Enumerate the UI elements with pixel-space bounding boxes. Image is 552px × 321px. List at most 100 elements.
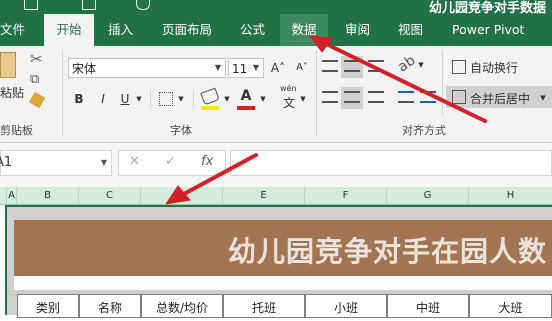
- orientation-icon[interactable]: ab: [395, 52, 418, 75]
- header-cell-nursery[interactable]: 托班: [223, 294, 305, 318]
- save-icon[interactable]: [24, 0, 38, 10]
- increase-indent-icon[interactable]: [420, 91, 436, 103]
- header-cell-large-class[interactable]: 大班: [469, 294, 552, 318]
- tab-data[interactable]: 数据: [280, 14, 328, 46]
- tab-page-layout[interactable]: 页面布局: [162, 14, 218, 46]
- fill-color-icon[interactable]: [200, 87, 220, 106]
- worksheet-grid[interactable]: 幼儿园竞争对手在园人数 类别 名称 总数/均价 托班 小班 中班 大班: [0, 205, 552, 318]
- tab-formulas-label: 公式: [240, 22, 266, 37]
- chevron-down-icon[interactable]: ▼: [249, 59, 263, 77]
- banner-title: 幼儿园竞争对手在园人数: [228, 235, 548, 268]
- top-align-icon[interactable]: [322, 60, 338, 72]
- blank-row[interactable]: [14, 276, 552, 290]
- column-header-row: A B C D E F G H: [0, 187, 552, 205]
- tab-home[interactable]: 开始: [44, 14, 94, 47]
- header-cell-middle-class[interactable]: 中班: [387, 294, 469, 318]
- tab-formulas[interactable]: 公式: [240, 14, 270, 46]
- header-cell-small-class[interactable]: 小班: [305, 294, 387, 318]
- chevron-down-icon[interactable]: ▼: [222, 90, 232, 108]
- tab-power-pivot[interactable]: Power Pivot: [452, 14, 542, 46]
- tab-view-label: 视图: [398, 22, 424, 37]
- header-cell-name[interactable]: 名称: [79, 294, 141, 318]
- insert-function-button[interactable]: fx: [201, 154, 213, 169]
- formula-input[interactable]: [230, 150, 552, 176]
- enter-icon[interactable]: ✓: [165, 154, 176, 169]
- increase-font-size-button[interactable]: A˄: [270, 59, 286, 77]
- column-header-h[interactable]: H: [469, 187, 552, 204]
- align-right-icon[interactable]: [368, 91, 384, 103]
- paste-label[interactable]: 粘贴: [0, 84, 24, 101]
- copy-icon[interactable]: ⧉: [30, 72, 39, 87]
- column-header-e[interactable]: E: [223, 187, 305, 204]
- title-banner[interactable]: 幼儿园竞争对手在园人数: [14, 220, 552, 276]
- decrease-indent-icon[interactable]: [398, 91, 414, 103]
- formula-buttons: ✕ ✓ fx: [118, 150, 226, 176]
- column-header-a[interactable]: A: [7, 187, 17, 204]
- phonetic-wen-text: wén: [280, 84, 297, 93]
- chevron-down-icon[interactable]: ▼: [538, 89, 548, 107]
- chevron-down-icon[interactable]: ▼: [298, 90, 308, 108]
- select-all-corner[interactable]: [0, 187, 7, 204]
- chevron-down-icon[interactable]: ▼: [211, 59, 225, 77]
- bottom-align-icon[interactable]: [368, 60, 384, 72]
- header-cell-total-avg-price[interactable]: 总数/均价: [141, 294, 223, 318]
- divider: [442, 50, 443, 116]
- tab-power-pivot-label: Power Pivot: [452, 22, 525, 37]
- chevron-down-icon[interactable]: ▼: [134, 90, 144, 108]
- tab-home-label: 开始: [56, 22, 82, 37]
- chevron-down-icon[interactable]: ▼: [258, 90, 268, 108]
- tab-page-layout-label: 页面布局: [162, 22, 213, 37]
- alignment-group-label: 对齐方式: [402, 124, 446, 137]
- divider: [193, 90, 194, 108]
- title-bar: 幼儿园竞争对手数据: [0, 0, 552, 16]
- tab-view[interactable]: 视图: [398, 14, 428, 46]
- phonetic-guide-button[interactable]: 文: [283, 94, 295, 111]
- tab-file-label: 文件: [0, 22, 26, 37]
- undo-icon[interactable]: [82, 0, 96, 10]
- wrap-text-icon[interactable]: [452, 60, 466, 74]
- borders-icon[interactable]: [159, 92, 173, 106]
- merge-center-label: 合并后居中: [470, 92, 531, 106]
- chevron-down-icon[interactable]: ▼: [101, 151, 107, 175]
- middle-align-icon: [344, 60, 360, 72]
- column-header-d[interactable]: D: [141, 187, 223, 204]
- tab-insert-label: 插入: [108, 22, 134, 37]
- font-color-swatch: [237, 106, 255, 110]
- column-header-b[interactable]: B: [17, 187, 79, 204]
- name-box-value: A1: [0, 155, 13, 170]
- format-painter-icon[interactable]: [28, 91, 46, 109]
- bold-button[interactable]: B: [72, 90, 86, 108]
- tab-review[interactable]: 审阅: [345, 14, 375, 46]
- align-left-icon[interactable]: [322, 91, 338, 103]
- decrease-font-size-button[interactable]: A˅: [294, 59, 310, 77]
- header-cell-category[interactable]: 类别: [17, 294, 79, 318]
- name-box[interactable]: A1 ▼: [0, 150, 112, 176]
- print-preview-icon[interactable]: [136, 0, 150, 10]
- tab-file[interactable]: 文件: [0, 14, 30, 46]
- formula-bar-area: A1 ▼ ✕ ✓ fx: [0, 143, 552, 187]
- paste-icon[interactable]: [0, 52, 16, 78]
- font-group-label: 字体: [170, 124, 192, 137]
- font-name-value: 宋体: [72, 62, 97, 76]
- cut-icon[interactable]: ✂: [30, 50, 43, 68]
- merge-cells-icon: [452, 90, 466, 104]
- font-size-value: 11: [232, 62, 248, 76]
- column-header-f[interactable]: F: [305, 187, 387, 204]
- font-size-combo[interactable]: 11 ▼: [228, 58, 264, 78]
- column-header-c[interactable]: C: [79, 187, 141, 204]
- chevron-down-icon[interactable]: ▼: [416, 56, 426, 74]
- wrap-text-button[interactable]: 自动换行: [470, 59, 518, 76]
- font-name-combo[interactable]: 宋体 ▼: [68, 58, 226, 78]
- underline-button[interactable]: U: [118, 90, 132, 108]
- chevron-down-icon[interactable]: ▼: [176, 90, 186, 108]
- divider: [62, 50, 63, 136]
- font-color-button[interactable]: A: [238, 87, 254, 105]
- align-center-icon: [344, 91, 360, 103]
- cancel-icon[interactable]: ✕: [129, 154, 140, 169]
- tab-data-label: 数据: [291, 22, 317, 37]
- clipboard-group-label: 剪贴板: [0, 124, 33, 137]
- column-header-g[interactable]: G: [387, 187, 469, 204]
- tab-insert[interactable]: 插入: [108, 14, 138, 46]
- italic-button[interactable]: I: [96, 90, 110, 108]
- divider: [316, 50, 317, 136]
